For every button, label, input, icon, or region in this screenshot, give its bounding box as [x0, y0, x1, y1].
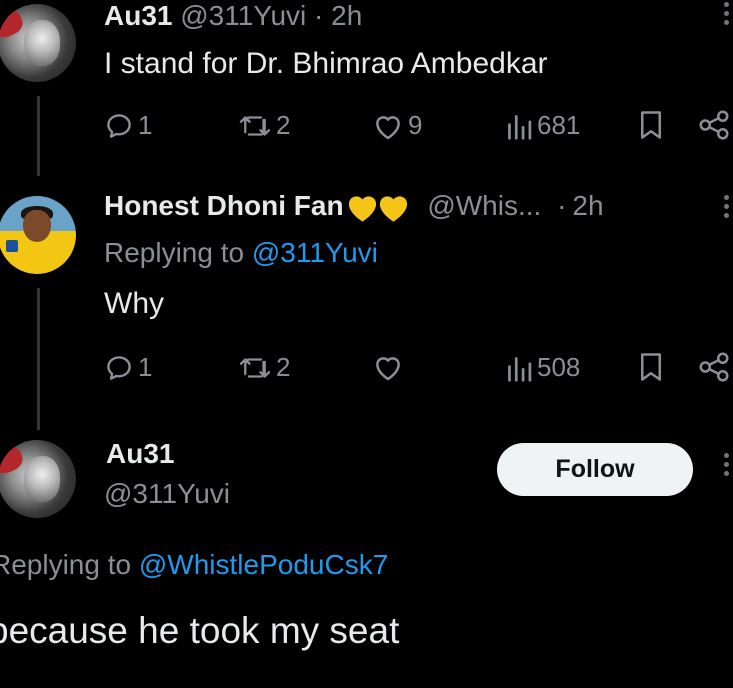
- like-button[interactable]: [372, 352, 408, 382]
- retweet-count: 2: [276, 352, 291, 382]
- like-button[interactable]: 9: [372, 110, 422, 141]
- separator: ·: [557, 190, 567, 221]
- views-button[interactable]: 508: [505, 352, 580, 383]
- tweet-header: Au31 @311Yuvi · 2h: [104, 0, 362, 32]
- handle[interactable]: @311Yuvi: [180, 0, 306, 31]
- replying-to-label: Replying to: [104, 237, 245, 268]
- views-count: 681: [537, 110, 581, 140]
- retweet-icon: [239, 357, 271, 378]
- replying-to-label: Replying to: [0, 549, 132, 580]
- reply-count: 1: [138, 110, 153, 140]
- share-button[interactable]: [697, 110, 731, 140]
- tweet-header: Honest Dhoni Fan @Whis... · 2h: [104, 190, 604, 223]
- heart-outline-icon: [376, 357, 400, 381]
- avatar[interactable]: [0, 196, 76, 274]
- views-bar-chart-icon: [508, 114, 532, 140]
- timestamp[interactable]: 2h: [331, 0, 362, 31]
- retweet-count: 2: [276, 110, 291, 140]
- reply-button[interactable]: 1: [104, 110, 152, 141]
- handle[interactable]: @Whis...: [427, 190, 541, 221]
- views-bar-chart-icon: [508, 356, 532, 382]
- bookmark-button[interactable]: [638, 110, 664, 140]
- yellow-heart-emoji-icon: [348, 195, 376, 222]
- share-button[interactable]: [697, 352, 731, 382]
- reply-icon: [107, 113, 131, 138]
- share-icon: [699, 110, 729, 140]
- follow-button[interactable]: Follow: [497, 443, 693, 496]
- avatar[interactable]: [0, 440, 76, 518]
- replying-to-handle[interactable]: @311Yuvi: [252, 237, 378, 268]
- display-name[interactable]: Au31: [104, 0, 172, 31]
- bookmark-icon: [641, 111, 661, 139]
- tweet-text: I stand for Dr. Bhimrao Ambedkar: [104, 47, 548, 80]
- separator: ·: [314, 0, 324, 31]
- reply-count: 1: [138, 352, 153, 382]
- reply-button[interactable]: 1: [104, 352, 152, 383]
- tweet-text: because he took my seat: [0, 610, 400, 651]
- more-options-icon[interactable]: [723, 195, 729, 218]
- retweet-button[interactable]: 2: [238, 110, 290, 141]
- reply-icon: [107, 355, 131, 380]
- retweet-button[interactable]: 2: [238, 352, 290, 383]
- timestamp[interactable]: 2h: [572, 190, 603, 221]
- views-count: 508: [537, 352, 581, 382]
- heart-outline-icon: [376, 115, 400, 139]
- bookmark-button[interactable]: [638, 352, 664, 382]
- retweet-icon: [239, 115, 271, 136]
- views-button[interactable]: 681: [505, 110, 580, 141]
- thread-connector-line: [37, 288, 40, 430]
- replying-to: Replying to @311Yuvi: [104, 237, 378, 269]
- more-options-icon[interactable]: [723, 2, 729, 25]
- replying-to: Replying to @WhistlePoduCsk7: [0, 549, 388, 581]
- display-name[interactable]: Honest Dhoni Fan: [104, 190, 344, 221]
- bookmark-icon: [641, 353, 661, 381]
- thread-connector-line: [37, 96, 40, 176]
- replying-to-handle[interactable]: @WhistlePoduCsk7: [139, 549, 388, 580]
- handle[interactable]: @311Yuvi: [104, 478, 230, 510]
- tweet-text: Why: [104, 287, 164, 320]
- more-options-icon[interactable]: [723, 453, 729, 476]
- yellow-heart-emoji-icon: [379, 195, 407, 222]
- avatar[interactable]: [0, 4, 76, 82]
- share-icon: [699, 352, 729, 382]
- display-name[interactable]: Au31: [106, 438, 174, 470]
- like-count: 9: [408, 110, 423, 140]
